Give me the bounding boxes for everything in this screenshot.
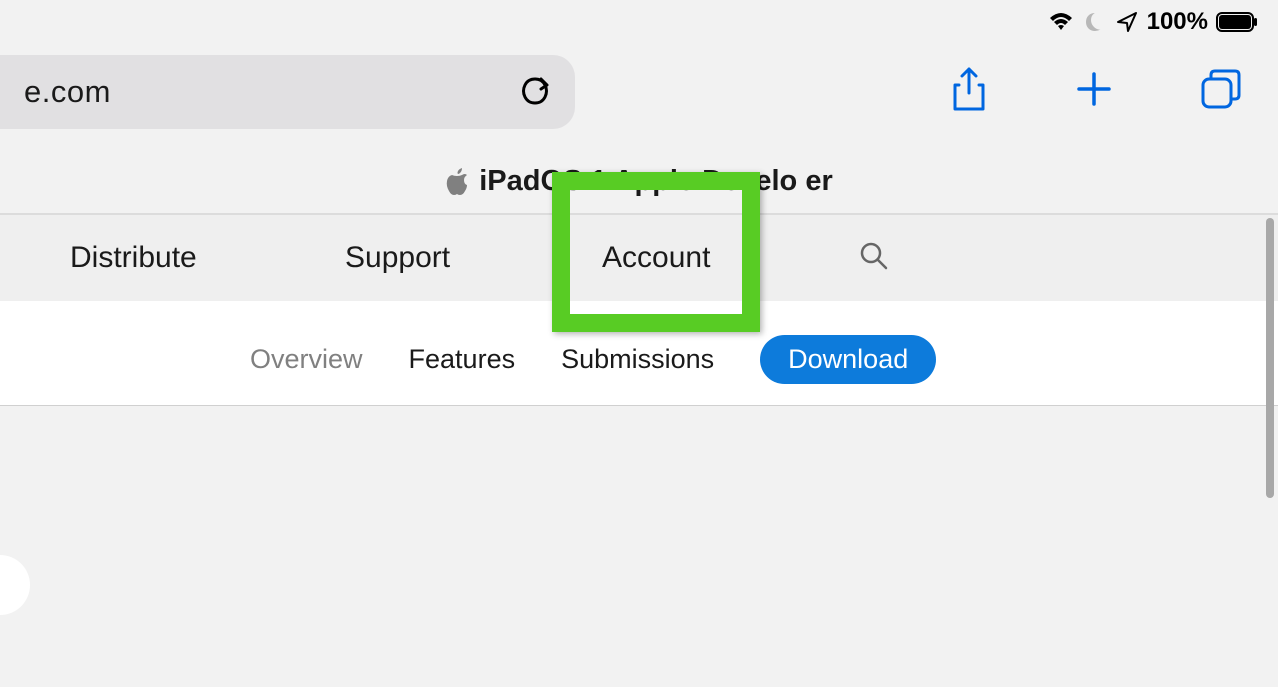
- share-icon[interactable]: [949, 65, 989, 118]
- toolbar-icons: [949, 65, 1243, 118]
- location-icon: [1115, 10, 1139, 34]
- subnav-submissions[interactable]: Submissions: [561, 344, 714, 375]
- reload-icon[interactable]: [519, 72, 551, 113]
- page-title: iPadOS 1 Apple Develo er: [479, 165, 833, 198]
- battery-percent: 100%: [1147, 8, 1208, 36]
- address-bar[interactable]: e.com: [0, 55, 575, 129]
- apple-icon: [445, 168, 469, 196]
- moon-icon: [1083, 10, 1107, 34]
- wifi-icon: [1047, 11, 1075, 33]
- scrollbar[interactable]: [1266, 218, 1274, 498]
- main-nav: Distribute Support Account: [0, 215, 1278, 301]
- page-title-row: iPadOS 1 Apple Develo er: [0, 165, 1278, 198]
- nav-item-account[interactable]: Account: [602, 241, 710, 275]
- content-area: [0, 407, 1278, 687]
- subnav-overview[interactable]: Overview: [250, 344, 363, 375]
- new-tab-icon[interactable]: [1074, 69, 1114, 114]
- nav-item-distribute[interactable]: Distribute: [70, 241, 197, 275]
- download-button[interactable]: Download: [760, 335, 936, 384]
- battery-icon: [1216, 11, 1258, 33]
- sub-nav: Overview Features Submissions Download: [250, 335, 936, 384]
- search-icon[interactable]: [858, 240, 890, 277]
- status-bar: 100%: [1047, 8, 1258, 36]
- tabs-icon[interactable]: [1199, 67, 1243, 116]
- subnav-features[interactable]: Features: [409, 344, 516, 375]
- url-text: e.com: [24, 74, 111, 110]
- nav-item-support[interactable]: Support: [345, 241, 450, 275]
